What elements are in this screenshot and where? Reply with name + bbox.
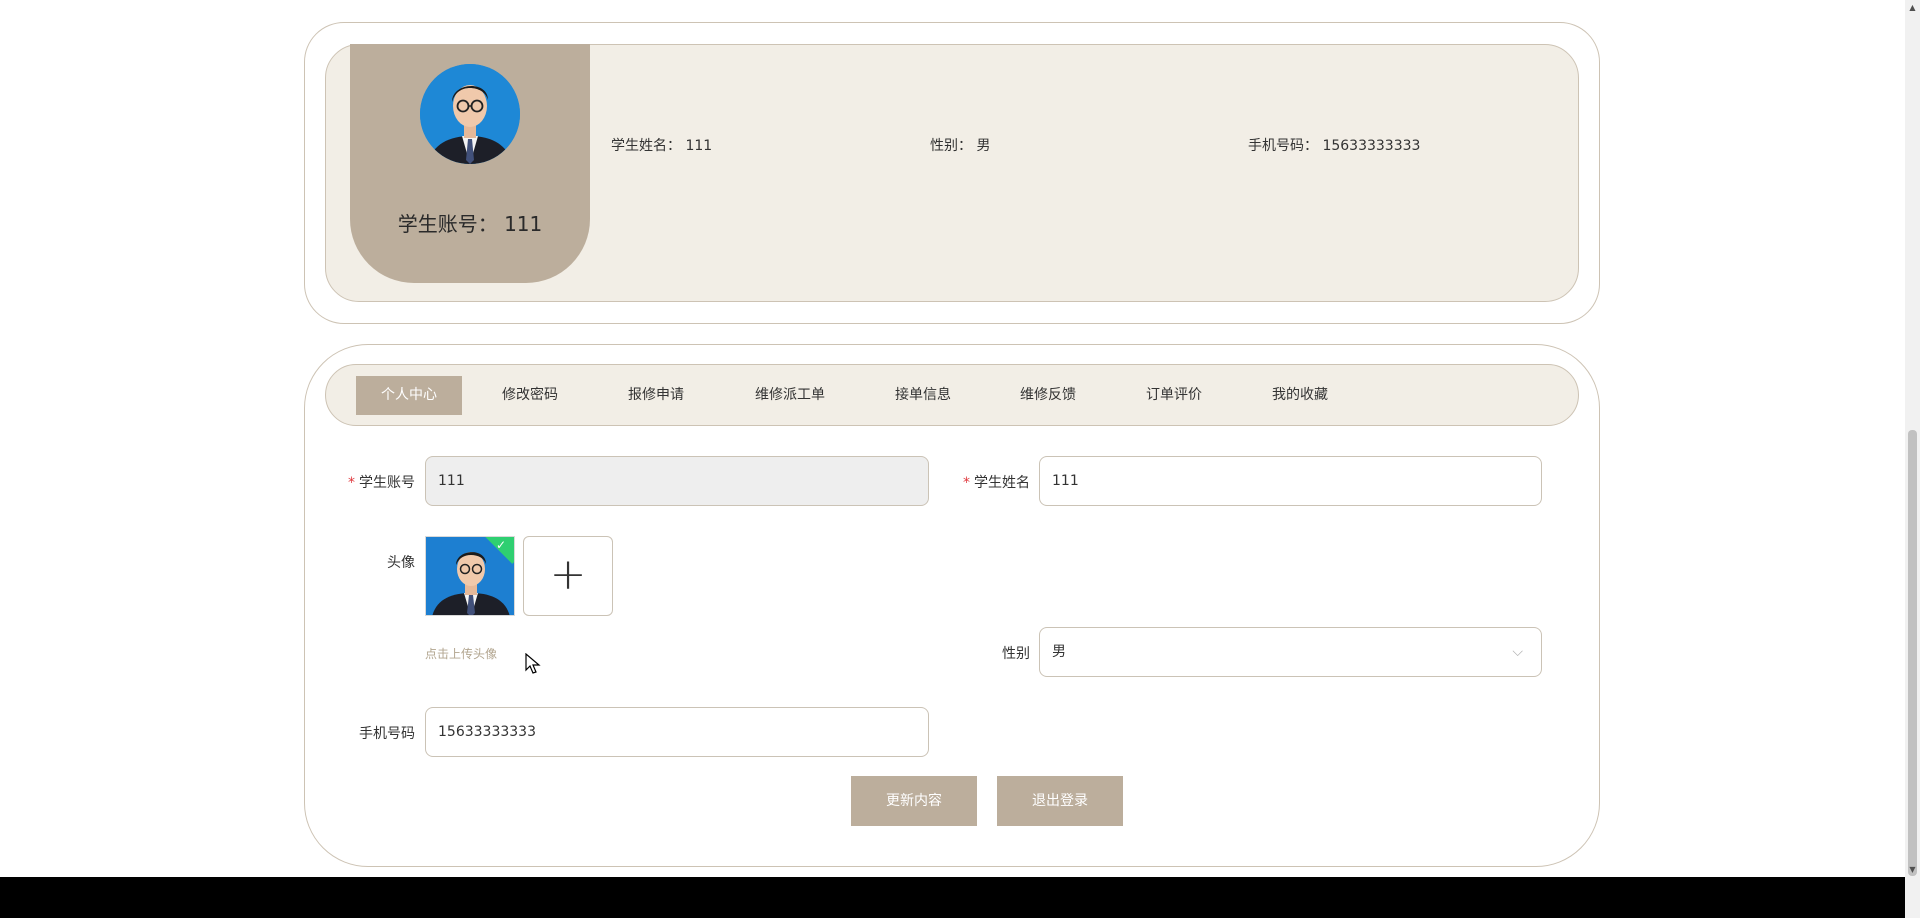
profile-phone: 手机号码： 15633333333	[1248, 135, 1420, 155]
profile-account: 学生账号： 111	[350, 208, 590, 237]
tab-order-review[interactable]: 订单评价	[1124, 376, 1224, 415]
upload-avatar-button[interactable]: +	[523, 536, 613, 616]
phone-field[interactable]: 15633333333	[425, 707, 929, 757]
upload-hint: 点击上传头像	[425, 647, 498, 661]
account-field-label: * 学生账号	[330, 472, 415, 492]
profile-name-label: 学生姓名：	[611, 138, 681, 154]
profile-name: 学生姓名： 111	[611, 135, 712, 155]
avatar-field-label: 头像	[387, 555, 415, 571]
scroll-up-icon[interactable]: ▲	[1905, 0, 1920, 15]
tab-repair-request[interactable]: 报修申请	[606, 376, 706, 415]
name-field[interactable]: 111	[1039, 456, 1542, 506]
tab-repair-feedback[interactable]: 维修反馈	[998, 376, 1098, 415]
profile-account-value: 111	[504, 212, 543, 236]
check-icon: ✓	[495, 538, 506, 552]
scrollbar-thumb[interactable]	[1908, 430, 1917, 876]
name-label-text: 学生姓名	[974, 475, 1030, 491]
profile-name-value: 111	[685, 138, 713, 154]
avatar-thumbnail[interactable]: ✓	[425, 536, 515, 616]
tab-repair-dispatch[interactable]: 维修派工单	[740, 376, 840, 415]
required-mark: *	[963, 475, 970, 491]
phone-field-label: 手机号码	[359, 726, 415, 742]
chevron-down-icon: ⌵	[1512, 644, 1523, 660]
profile-gender: 性别： 男	[930, 135, 990, 155]
logout-button[interactable]: 退出登录	[997, 776, 1123, 826]
plus-icon: +	[549, 549, 587, 600]
mouse-cursor-icon	[525, 652, 541, 679]
required-mark: *	[348, 475, 355, 491]
profile-avatar	[420, 64, 520, 164]
account-label-text: 学生账号	[359, 475, 415, 491]
profile-phone-value: 15633333333	[1322, 138, 1421, 154]
profile-account-label: 学生账号：	[397, 212, 498, 236]
profile-gender-label: 性别：	[930, 138, 972, 154]
gender-select[interactable]: 男 ⌵	[1039, 627, 1542, 677]
page-footer	[0, 877, 1905, 918]
gender-field-label: 性别	[1002, 646, 1030, 662]
profile-phone-label: 手机号码：	[1248, 138, 1318, 154]
update-button[interactable]: 更新内容	[851, 776, 977, 826]
tab-change-password[interactable]: 修改密码	[480, 376, 580, 415]
account-field[interactable]: 111	[425, 456, 929, 506]
scroll-down-icon[interactable]: ▼	[1905, 862, 1920, 877]
gender-selected-value: 男	[1052, 644, 1066, 660]
tab-my-favorites[interactable]: 我的收藏	[1250, 376, 1350, 415]
profile-gender-value: 男	[976, 138, 991, 154]
tab-personal-center[interactable]: 个人中心	[356, 376, 462, 415]
name-field-label: * 学生姓名	[950, 472, 1030, 492]
tab-order-info[interactable]: 接单信息	[873, 376, 973, 415]
